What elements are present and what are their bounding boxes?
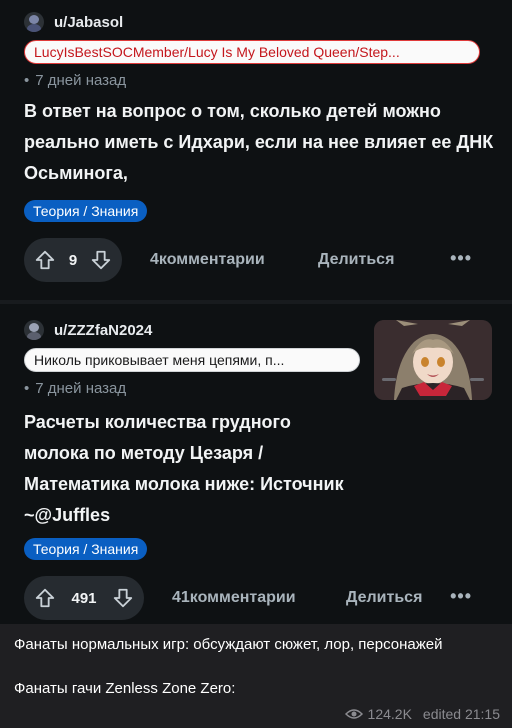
vote-pill: 9	[24, 238, 122, 282]
caption-text: Фанаты нормальных игр: обсуждают сюжет, …	[14, 634, 494, 700]
action-bar: 491 41комментарии Делиться •••	[24, 576, 488, 620]
share-button[interactable]: Делиться	[318, 238, 394, 282]
post-meta: • 7 дней назад	[24, 72, 126, 89]
action-bar: 9 4комментарии Делиться •••	[24, 238, 488, 282]
post-card[interactable]: u/ZZZfaN2024 Николь приковывает меня цеп…	[0, 304, 512, 624]
post-time: 7 дней назад	[35, 72, 127, 89]
user-avatar[interactable]	[24, 320, 44, 340]
separator-dot: •	[24, 72, 30, 89]
downvote-icon[interactable]	[90, 249, 112, 271]
upvote-icon[interactable]	[34, 587, 56, 609]
post-tag[interactable]: Теория / Знания	[24, 538, 148, 560]
vote-pill: 491	[24, 576, 144, 620]
user-flair: LucyIsBestSOCMember/Lucy Is My Beloved Q…	[24, 40, 480, 64]
post-time: 7 дней назад	[35, 380, 127, 397]
author-row: u/Jabasol	[24, 12, 123, 32]
username[interactable]: u/ZZZfaN2024	[54, 322, 152, 339]
post-title[interactable]: В ответ на вопрос о том, сколько детей м…	[24, 96, 494, 189]
post-meta: • 7 дней назад	[24, 380, 126, 397]
caption-line: Фанаты гачи Zenless Zone Zero:	[14, 680, 236, 697]
upvote-icon[interactable]	[34, 249, 56, 271]
anime-character-image	[374, 320, 492, 400]
reddit-screenshot: u/Jabasol LucyIsBestSOCMember/Lucy Is My…	[0, 0, 512, 624]
author-row: u/ZZZfaN2024	[24, 320, 152, 340]
message-caption: Фанаты нормальных игр: обсуждают сюжет, …	[0, 624, 512, 728]
comments-button[interactable]: 4комментарии	[150, 238, 265, 282]
vote-count: 491	[71, 589, 97, 607]
more-options-icon[interactable]: •••	[450, 576, 472, 616]
eye-icon	[344, 709, 363, 719]
separator-dot: •	[24, 380, 30, 397]
downvote-icon[interactable]	[112, 587, 134, 609]
username[interactable]: u/Jabasol	[54, 14, 123, 31]
more-options-icon[interactable]: •••	[450, 238, 472, 278]
caption-line: Фанаты нормальных игр: обсуждают сюжет, …	[14, 636, 443, 653]
post-thumbnail[interactable]	[374, 320, 492, 400]
post-card[interactable]: u/Jabasol LucyIsBestSOCMember/Lucy Is My…	[0, 0, 512, 300]
user-flair: Николь приковывает меня цепями, п...	[24, 348, 360, 372]
post-title[interactable]: Расчеты количества грудного молока по ме…	[24, 407, 354, 531]
edited-time: edited 21:15	[422, 706, 500, 722]
post-tag[interactable]: Теория / Знания	[24, 200, 148, 222]
comments-button[interactable]: 41комментарии	[172, 576, 296, 620]
share-button[interactable]: Делиться	[346, 576, 422, 620]
view-count: 124.2K	[367, 706, 412, 722]
user-avatar[interactable]	[24, 12, 44, 32]
vote-count: 9	[68, 251, 78, 269]
message-meta: 124.2K edited 21:15	[344, 706, 500, 722]
